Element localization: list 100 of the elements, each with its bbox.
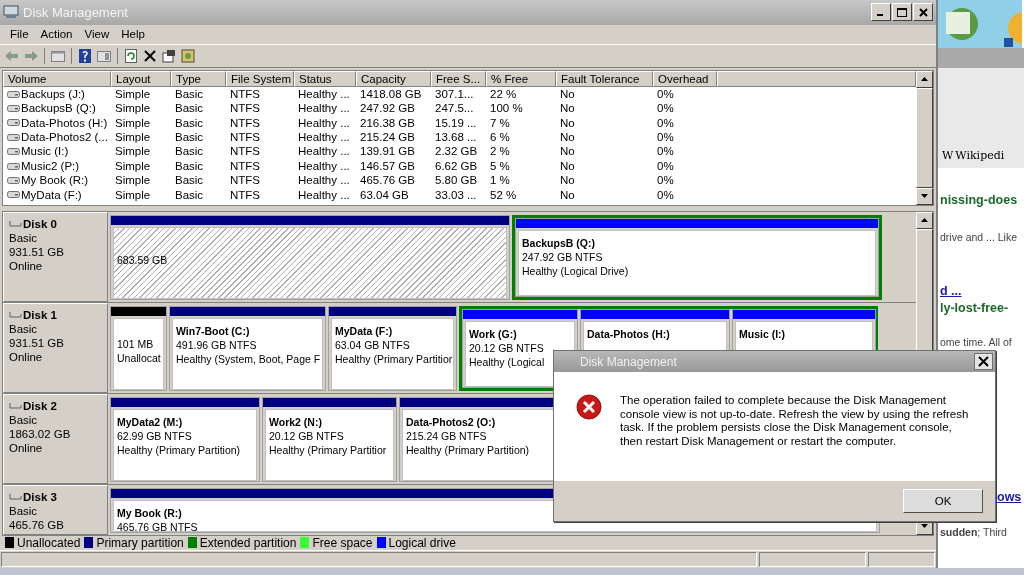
column-header[interactable]: % Free [486, 70, 556, 87]
down-arrow-icon [921, 524, 928, 529]
partition-block[interactable]: Win7-Boot (C:) 491.96 GB NTFS Healthy (System, Boot, Page F [169, 305, 326, 391]
disk-info-panel[interactable]: Disk 3 Basic 465.76 GB [3, 484, 108, 535]
table-cell: Simple [115, 130, 151, 145]
table-cell: 22 % [490, 86, 517, 102]
table-cell: 0% [657, 187, 674, 203]
partition-size: 247.92 GB NTFS [522, 249, 603, 264]
partition-size: 62.99 GB NTFS [117, 428, 192, 443]
table-cell: Basic [175, 173, 204, 188]
column-header[interactable]: Overhead [653, 70, 717, 87]
column-header[interactable]: Volume [3, 70, 111, 87]
table-cell: 2 % [490, 144, 510, 159]
table-cell: Simple [115, 173, 151, 188]
partition-title: My Book (R:) [117, 505, 182, 520]
partition-block[interactable]: Work2 (N:) 20.12 GB NTFS Healthy (Primary Partitior [262, 396, 397, 482]
table-cell: Healthy ... [298, 187, 350, 203]
column-header[interactable]: Fault Tolerance [556, 70, 653, 87]
scrollbar[interactable] [916, 70, 933, 205]
properties-icon[interactable] [161, 48, 177, 65]
table-cell: No [560, 173, 575, 188]
table-cell: 0% [657, 86, 674, 102]
table-cell: No [560, 144, 575, 159]
disk-type: Basic [9, 230, 39, 245]
page-text: drive and ... Like [940, 230, 1018, 244]
column-header[interactable]: Type [171, 70, 226, 87]
maximize-button[interactable] [892, 3, 912, 22]
partition-block[interactable]: MyData2 (M:) 62.99 GB NTFS Healthy (Primary Partition) [110, 396, 260, 482]
menu-item[interactable]: View [78, 28, 116, 41]
partition-status: Healthy (Primary Partition) [117, 442, 241, 457]
partition-title: Work (G:) [469, 326, 517, 341]
column-header[interactable]: File System [226, 70, 294, 87]
partition-title: MyData2 (M:) [117, 414, 183, 429]
close-icon [918, 7, 928, 17]
help-icon[interactable] [77, 48, 93, 65]
page-link[interactable]: d ... [940, 284, 962, 298]
partition-size: 215.24 GB NTFS [406, 428, 487, 443]
scroll-up-button[interactable] [916, 211, 933, 229]
partition-status: Healthy (Primary Partitior [269, 442, 387, 457]
drive-icon [7, 104, 20, 113]
table-cell: NTFS [230, 115, 261, 131]
minimize-button[interactable] [871, 3, 891, 22]
table-cell: 0% [657, 130, 674, 145]
partition-title: Work2 (N:) [269, 414, 322, 429]
scroll-up-button[interactable] [916, 70, 933, 88]
partition-title: Data-Photos2 (O:) [406, 414, 496, 429]
disk-type: Basic [9, 321, 39, 336]
table-cell: Healthy ... [298, 101, 350, 116]
page-text: sudden; Third [940, 525, 1007, 539]
partition-title: MyData (F:) [335, 323, 393, 338]
panel-icon[interactable] [50, 48, 66, 65]
partition-status: Healthy (Primary Partition) [406, 442, 530, 457]
table-cell: Basic [175, 158, 204, 174]
dialog-title: Disk Management [580, 354, 677, 369]
refresh-icon[interactable] [123, 48, 139, 65]
app-icon [3, 5, 19, 20]
table-cell: No [560, 115, 575, 131]
disk-info-panel[interactable]: Disk 2 Basic 1863.02 GB Online [3, 393, 108, 484]
table-cell: Basic [175, 101, 204, 116]
table-cell: 307.1... [435, 86, 474, 102]
table-cell: Basic [175, 115, 204, 131]
table-cell: No [560, 158, 575, 174]
table-cell: 6.62 GB [435, 158, 478, 174]
partition-block[interactable]: MyData (F:) 63.04 GB NTFS Healthy (Primary Partitior [328, 305, 457, 391]
table-cell: 2.32 GB [435, 144, 478, 159]
disk-status: Online [9, 440, 44, 455]
partition-block[interactable]: 683.59 GB [110, 214, 510, 300]
disk-size: 465.76 GB [9, 517, 65, 532]
page-link[interactable]: ows [997, 490, 1022, 504]
table-cell: No [560, 86, 575, 102]
table-cell: Healthy ... [298, 158, 350, 174]
menu-item[interactable]: File [4, 28, 35, 41]
up-arrow-icon [921, 77, 928, 82]
disk-name: Disk 1 [23, 307, 57, 322]
disk-info-panel[interactable]: Disk 0 Basic 931.51 GB Online [3, 211, 108, 302]
column-header[interactable]: Capacity [356, 70, 431, 87]
scroll-thumb[interactable] [916, 87, 933, 188]
disk-info-panel[interactable]: Disk 1 Basic 931.51 GB Online [3, 302, 108, 393]
column-header[interactable]: Layout [111, 70, 171, 87]
partition-header-bar [111, 306, 166, 316]
table-cell: Healthy ... [298, 130, 350, 145]
tab-favicon: W [942, 149, 954, 162]
result-url: ly-lost-free- [940, 301, 1009, 315]
ok-button[interactable]: OK [903, 489, 983, 513]
table-cell: Simple [115, 101, 151, 116]
column-header[interactable]: Status [294, 70, 356, 87]
legend-label: Primary partition [96, 535, 184, 550]
menu-item[interactable]: Action [34, 28, 79, 41]
disk-name: Disk 3 [23, 489, 57, 504]
window-title: Disk Management [23, 4, 128, 20]
volume-name: BackupsB (Q:) [21, 101, 96, 116]
menu-item[interactable]: Help [115, 28, 151, 41]
table-cell: Simple [115, 187, 151, 203]
partition-block[interactable]: 101 MB Unallocat [110, 305, 167, 391]
tab-label[interactable]: Wikipedi [955, 149, 1005, 162]
table-cell: 63.04 GB [360, 187, 409, 203]
close-button[interactable] [974, 353, 993, 370]
volume-name: My Book (R:) [21, 173, 89, 188]
volume-name: MyData (F:) [21, 187, 82, 203]
column-header[interactable]: Free S... [431, 70, 486, 87]
